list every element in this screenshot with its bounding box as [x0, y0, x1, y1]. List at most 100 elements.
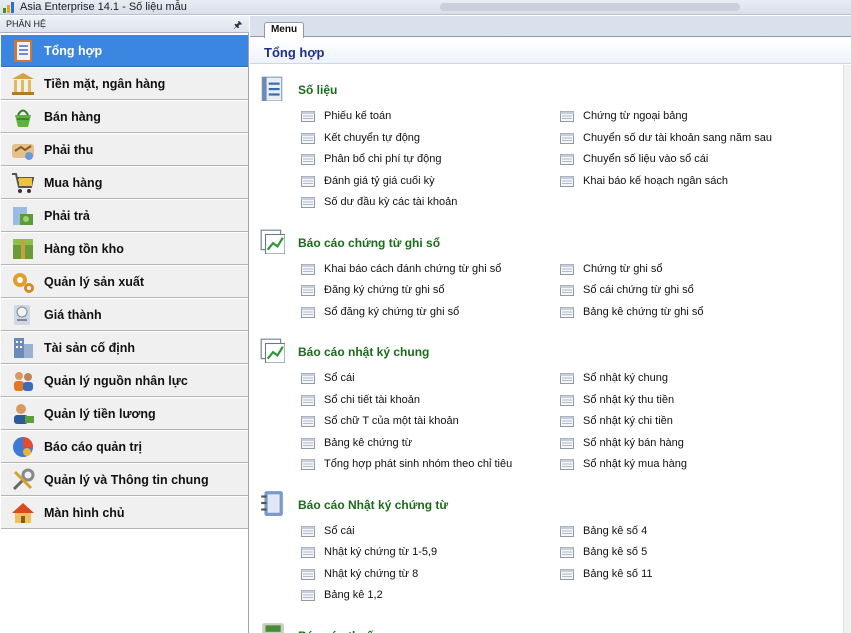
menu-link[interactable]: Sổ nhật ký bán hàng [560, 437, 810, 451]
menu-link[interactable]: Tổng hợp phát sinh nhóm theo chỉ tiêu [301, 458, 551, 472]
sidebar-item-label: Bán hàng [44, 110, 101, 124]
document-icon [560, 568, 574, 580]
document-icon [560, 394, 574, 406]
sidebar-item-label: Tiền mặt, ngân hàng [44, 77, 166, 91]
menu-link-label: Sổ nhật ký thu tiền [583, 393, 675, 406]
sidebar-item[interactable]: Mua hàng [1, 166, 248, 199]
menu-link[interactable]: Nhật ký chứng từ 1-5,9 [301, 546, 551, 560]
cart-icon [12, 173, 35, 193]
menu-link[interactable]: Sổ nhật ký chung [560, 372, 810, 386]
menu-link[interactable]: Chuyển số liệu vào sổ cái [560, 153, 810, 167]
menu-link[interactable]: Bảng kê chứng từ [301, 437, 551, 451]
menu-link[interactable]: Sổ cái [301, 525, 551, 539]
sidebar-item[interactable]: Tổng hợp [1, 34, 248, 67]
document-icon [560, 111, 574, 122]
sidebar-item-label: Quản lý và Thông tin chung [44, 473, 209, 487]
gears-icon [13, 273, 34, 293]
document-icon [301, 590, 315, 601]
document-icon [560, 459, 574, 470]
sidebar-item[interactable]: Bán hàng [1, 100, 248, 133]
menu-link[interactable]: Sổ đăng ký chứng từ ghi sổ [301, 306, 551, 320]
payroll-icon [14, 404, 34, 424]
menu-content: Số liệu Phiếu kế toán Kết chuyển tự động Ph… [250, 65, 843, 633]
document-icon [560, 132, 574, 144]
menu-link[interactable]: Chứng từ ghi sổ [560, 263, 810, 277]
chart-report-icon [260, 229, 285, 254]
section-title: Báo cáo thuế [298, 629, 373, 633]
tab-strip: Menu [250, 16, 851, 38]
sidebar-item-label: Quản lý sản xuất [44, 275, 145, 289]
menu-link[interactable]: Bảng kê số 5 [560, 546, 810, 560]
sidebar-item[interactable]: Hàng tồn kho [1, 232, 248, 265]
menu-link-label: Chứng từ ngoại bảng [583, 110, 688, 122]
sidebar-item[interactable]: Quản lý sản xuất [1, 265, 248, 298]
document-icon [301, 525, 315, 537]
menu-link[interactable]: Bảng kê số 11 [560, 568, 810, 582]
menu-link[interactable]: Đăng ký chứng từ ghi sổ [301, 284, 551, 298]
document-icon [301, 132, 315, 144]
handshake-icon [12, 144, 34, 160]
document-icon [560, 547, 574, 558]
menu-link[interactable]: Chứng từ ngoại bảng [560, 110, 810, 124]
menu-link[interactable]: Bảng kê số 4 [560, 525, 810, 539]
sidebar-item[interactable]: Tài sản cố định [1, 331, 248, 364]
document-icon [560, 416, 574, 427]
document-icon [301, 459, 315, 470]
sidebar-item[interactable]: Tiền mặt, ngân hàng [1, 67, 248, 100]
menu-link[interactable]: Sổ nhật ký mua hàng [560, 458, 810, 472]
menu-link[interactable]: Chuyển số dư tài khoản sang năm sau [560, 132, 810, 146]
menu-link[interactable]: Sổ chi tiết tài khoản [301, 394, 551, 408]
sidebar-item[interactable]: Báo cáo quản trị [1, 430, 248, 463]
menu-link-label: Bảng kê số 11 [583, 567, 653, 580]
sidebar-item[interactable]: Giá thành [1, 298, 248, 331]
menu-link[interactable]: Phiếu kế toán [301, 110, 551, 124]
menu-link[interactable]: Số dư đầu kỳ các tài khoản [301, 196, 551, 210]
page-title: Tổng hợp [264, 45, 325, 60]
document-icon [301, 394, 315, 406]
sidebar-item-label: Tổng hợp [44, 44, 103, 58]
menu-link[interactable]: Kết chuyển tự động [301, 132, 551, 146]
journal-icon [261, 490, 283, 516]
menu-link[interactable]: Sổ chữ T của một tài khoản [301, 415, 551, 429]
sidebar-item[interactable]: Phải trả [1, 199, 248, 232]
sidebar-header-label: PHÂN HỆ [6, 19, 47, 29]
menu-link[interactable]: Bảng kê chứng từ ghi sổ [560, 306, 810, 320]
tab-menu[interactable]: Menu [264, 22, 304, 38]
document-icon [301, 111, 315, 122]
document-icon [301, 263, 315, 275]
sidebar-item[interactable]: Màn hình chủ [1, 496, 248, 529]
menu-link[interactable]: Sổ cái chứng từ ghi sổ [560, 284, 810, 298]
sidebar-item[interactable]: Quản lý và Thông tin chung [1, 463, 248, 496]
sidebar-item[interactable]: Quản lý tiền lương [1, 397, 248, 430]
menu-link[interactable]: Khai báo kế hoạch ngân sách [560, 175, 810, 189]
ledger-icon [261, 76, 283, 101]
menu-link[interactable]: Phân bổ chi phí tự động [301, 153, 551, 167]
menu-link-label: Sổ đăng ký chứng từ ghi sổ [324, 305, 460, 318]
menu-link-label: Sổ cái chứng từ ghi sổ [583, 284, 694, 296]
menu-link-label: Sổ nhật ký mua hàng [583, 458, 687, 470]
menu-link-label: Sổ cái [324, 372, 355, 384]
document-icon [560, 306, 574, 318]
menu-link[interactable]: Sổ nhật ký chi tiền [560, 415, 810, 429]
menu-link-label: Bảng kê chứng từ ghi sổ [583, 305, 704, 318]
pin-icon[interactable]: 🖈 [233, 18, 242, 35]
menu-link[interactable]: Sổ cái [301, 372, 551, 386]
sidebar-item-label: Màn hình chủ [44, 506, 125, 520]
sidebar-item[interactable]: Quản lý nguồn nhân lực [1, 364, 248, 397]
menu-link-label: Chuyển số liệu vào sổ cái [583, 153, 709, 165]
menu-link[interactable]: Khai báo cách đánh chứng từ ghi sổ [301, 263, 551, 277]
menu-link-label: Bảng kê số 4 [583, 524, 648, 537]
menu-link-label: Bảng kê 1,2 [324, 589, 383, 601]
document-icon [301, 197, 315, 208]
document-icon [301, 373, 315, 384]
menu-link-label: Bảng kê số 5 [583, 546, 648, 558]
menu-link[interactable]: Bảng kê 1,2 [301, 589, 551, 603]
menu-link[interactable]: Sổ nhật ký thu tiền [560, 394, 810, 408]
menu-link[interactable]: Nhật ký chứng từ 8 [301, 568, 551, 582]
section-title: Báo cáo nhật ký chung [298, 345, 430, 359]
menu-link[interactable]: Đánh giá tỷ giá cuối kỳ [301, 175, 551, 189]
scrollbar[interactable] [843, 65, 851, 633]
menu-link-label: Khai báo cách đánh chứng từ ghi sổ [324, 262, 502, 275]
sidebar: PHÂN HỆ 🖈 Tổng hợp Tiền mặt, ngân hàng Bán… [0, 16, 249, 633]
sidebar-item[interactable]: Phải thu [1, 133, 248, 166]
